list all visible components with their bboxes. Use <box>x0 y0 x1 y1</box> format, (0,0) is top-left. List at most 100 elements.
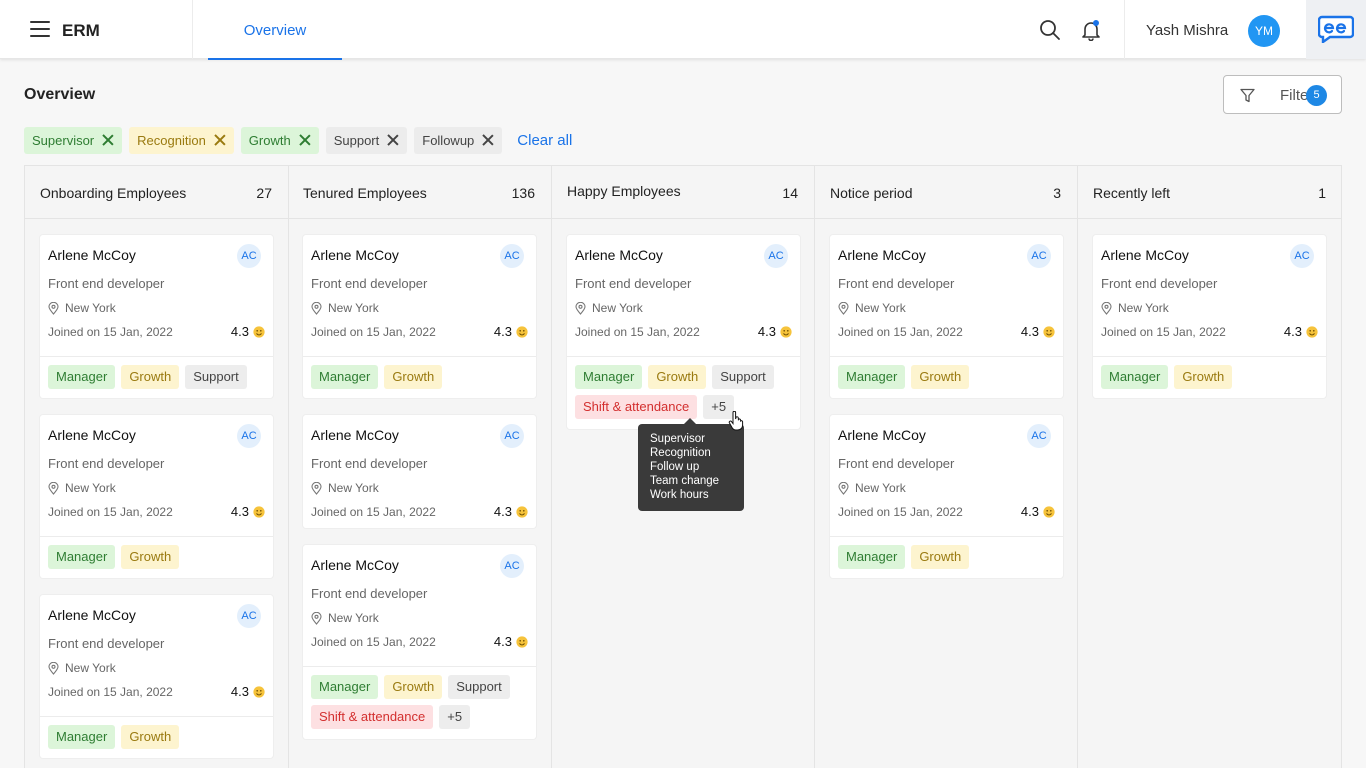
card-divider <box>830 536 1063 537</box>
more-tags-badge[interactable]: +5 <box>439 705 471 729</box>
joined-date: Joined on 15 Jan, 2022 <box>311 325 436 339</box>
close-icon[interactable] <box>299 134 311 146</box>
tag-list: Manager Growth Support Shift & attendance +5 <box>311 675 531 729</box>
filter-chip: Supervisor <box>24 126 123 154</box>
employee-rating: 4.3 <box>231 324 265 339</box>
tag: Manager <box>48 725 116 749</box>
smiley-icon <box>1306 325 1318 338</box>
employee-card[interactable]: Arlene McCoy AC Front end developer New Yor… <box>40 235 273 398</box>
employee-card[interactable]: Arlene McCoy AC Front end developer New Yor… <box>303 235 536 398</box>
column-title: Recently left <box>1093 185 1171 201</box>
tooltip-line: Supervisor <box>650 433 705 445</box>
employee-location: New York <box>311 611 379 625</box>
filter-chip-label: Supervisor <box>32 132 95 148</box>
employee-rating: 4.3 <box>1021 504 1055 519</box>
user-name[interactable]: Yash Mishra <box>1146 22 1228 39</box>
tag: Manager <box>311 675 379 699</box>
employee-initials-avatar: AC <box>500 554 524 578</box>
employee-initials-avatar: AC <box>764 244 788 268</box>
employee-rating: 4.3 <box>1021 324 1055 339</box>
filter-icon <box>1240 88 1255 108</box>
rating-value: 4.3 <box>1283 324 1302 339</box>
filter-button[interactable]: Filter 5 <box>1223 75 1342 114</box>
tag: Support <box>448 675 510 699</box>
column-header: Onboarding Employees 27 <box>25 166 288 219</box>
smiley-icon <box>1043 325 1055 338</box>
board-column: Tenured Employees 136 Arlene McCoy AC Front … <box>288 166 552 768</box>
smiley-icon <box>1043 505 1055 518</box>
employee-name: Arlene McCoy <box>838 427 926 443</box>
tag: Growth <box>121 545 180 569</box>
employee-card[interactable]: Arlene McCoy AC Front end developer New Yor… <box>40 595 273 758</box>
filter-chip-label: Growth <box>248 132 291 148</box>
employee-card[interactable]: Arlene McCoy AC Front end developer New Yor… <box>830 415 1063 578</box>
tag-list: Manager Growth Support <box>48 365 268 389</box>
tag: Growth <box>911 545 970 569</box>
employee-location: New York <box>1101 301 1169 315</box>
filter-chip: Growth <box>240 126 319 154</box>
rating-value: 4.3 <box>1020 324 1039 339</box>
tag-list: Manager Growth <box>48 545 268 569</box>
rating-value: 4.3 <box>230 684 249 699</box>
filter-chip: Followup <box>414 126 503 154</box>
employee-location: New York <box>838 481 906 495</box>
location-pin-icon <box>48 301 65 315</box>
page-title: Overview <box>24 86 96 103</box>
employee-rating: 4.3 <box>758 324 792 339</box>
divider <box>1124 0 1125 59</box>
employee-role: Front end developer <box>575 276 692 291</box>
tag: Manager <box>838 365 906 389</box>
close-icon[interactable] <box>387 134 399 146</box>
employee-card[interactable]: Arlene McCoy AC Front end developer New Yor… <box>830 235 1063 398</box>
hamburger-menu-icon[interactable] <box>30 21 50 37</box>
tag: Growth <box>911 365 970 389</box>
column-header: Recently left 1 <box>1078 166 1342 219</box>
smiley-icon <box>780 325 792 338</box>
employee-card[interactable]: Arlene McCoy AC Front end developer New Yor… <box>303 545 536 739</box>
column-header: Tenured Employees 136 <box>288 166 551 219</box>
smiley-icon <box>516 635 528 648</box>
column-header: Happy Employees 14 <box>552 166 814 219</box>
employee-initials-avatar: AC <box>237 604 261 628</box>
rating-value: 4.3 <box>493 504 512 519</box>
close-icon[interactable] <box>214 134 226 146</box>
joined-date: Joined on 15 Jan, 2022 <box>575 325 700 339</box>
tab-overview[interactable]: Overview <box>208 0 342 60</box>
employee-initials-avatar: AC <box>500 424 524 448</box>
employee-role: Front end developer <box>311 586 428 601</box>
employee-card[interactable]: Arlene McCoy AC Front end developer New Yor… <box>40 415 273 578</box>
employee-card[interactable]: Arlene McCoy AC Front end developer New Yor… <box>1093 235 1326 398</box>
employee-name: Arlene McCoy <box>311 247 399 263</box>
bell-icon[interactable] <box>1080 19 1102 42</box>
employee-initials-avatar: AC <box>237 244 261 268</box>
employee-initials-avatar: AC <box>1290 244 1314 268</box>
joined-date: Joined on 15 Jan, 2022 <box>311 635 436 649</box>
card-divider <box>40 716 273 717</box>
clear-all-link[interactable]: Clear all <box>517 132 572 149</box>
card-divider <box>40 356 273 357</box>
employee-name: Arlene McCoy <box>838 247 926 263</box>
filter-chip-label: Support <box>333 132 380 148</box>
hand-cursor-icon <box>728 410 744 436</box>
close-icon[interactable] <box>102 134 114 146</box>
tag: Manager <box>838 545 906 569</box>
location-pin-icon <box>311 611 328 625</box>
tag: Support <box>712 365 774 389</box>
location-text: New York <box>855 481 906 495</box>
employee-card[interactable]: Arlene McCoy AC Front end developer New Yor… <box>303 415 536 528</box>
tooltip-line: Team change <box>650 475 720 487</box>
employee-role: Front end developer <box>838 276 955 291</box>
close-icon[interactable] <box>482 134 494 146</box>
location-pin-icon <box>311 481 328 495</box>
location-pin-icon <box>838 481 855 495</box>
brand-logo-icon[interactable] <box>1306 0 1366 59</box>
employee-role: Front end developer <box>48 456 165 471</box>
search-icon[interactable] <box>1039 19 1061 41</box>
employee-initials-avatar: AC <box>237 424 261 448</box>
location-pin-icon <box>311 301 328 315</box>
employee-card[interactable]: Arlene McCoy AC Front end developer New Yor… <box>567 235 800 429</box>
avatar[interactable]: YM <box>1248 15 1280 47</box>
joined-date: Joined on 15 Jan, 2022 <box>48 325 173 339</box>
column-header: Notice period 3 <box>815 166 1077 219</box>
location-text: New York <box>855 301 906 315</box>
